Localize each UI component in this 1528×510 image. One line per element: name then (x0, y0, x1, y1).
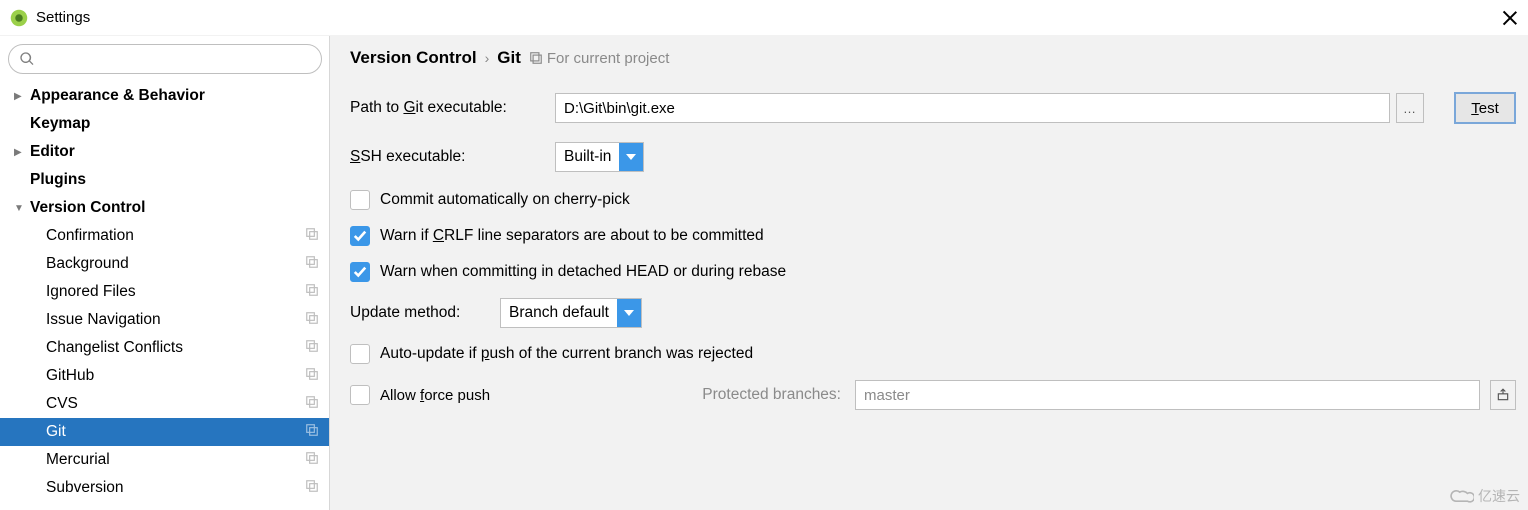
row-force-push: Allow force push Protected branches: (350, 380, 1516, 410)
git-path-label: Path to Git executable: (350, 99, 555, 117)
sidebar-item-appearance-behavior[interactable]: ▶ Appearance & Behavior (0, 82, 329, 110)
scope-icon (305, 255, 319, 274)
caret-icon: ▼ (14, 203, 26, 214)
sidebar-item-label: GitHub (46, 367, 305, 385)
sidebar-item-label: Background (46, 255, 305, 273)
scope-icon (305, 395, 319, 414)
row-detached-warn: Warn when committing in detached HEAD or… (350, 262, 1516, 282)
detached-warn-checkbox[interactable] (350, 262, 370, 282)
force-push-label: Allow force push (380, 387, 490, 404)
scope-icon (529, 51, 543, 65)
commit-auto-label: Commit automatically on cherry-pick (380, 191, 630, 209)
sidebar-item-label: Version Control (30, 199, 319, 217)
chevron-down-icon (617, 299, 641, 327)
scope-icon (305, 283, 319, 302)
breadcrumb: Version Control › Git For current projec… (350, 48, 1516, 68)
update-method-label: Update method: (350, 304, 500, 322)
breadcrumb-scope: For current project (529, 50, 670, 67)
ssh-select[interactable]: Built-in (555, 142, 644, 172)
row-update-method: Update method: Branch default (350, 298, 1516, 328)
test-button[interactable]: Test (1454, 92, 1516, 124)
sidebar: ▶ Appearance & Behavior Keymap ▶ Editor Plugi… (0, 36, 330, 510)
force-push-checkbox[interactable] (350, 385, 370, 405)
sidebar-item-changelist-conflicts[interactable]: Changelist Conflicts (0, 334, 329, 362)
expand-icon (1496, 388, 1510, 402)
search-icon (19, 51, 35, 67)
sidebar-item-cvs[interactable]: CVS (0, 390, 329, 418)
sidebar-item-label: Mercurial (46, 451, 305, 469)
sidebar-item-issue-navigation[interactable]: Issue Navigation (0, 306, 329, 334)
breadcrumb-seg-1: Version Control (350, 48, 477, 68)
auto-update-checkbox[interactable] (350, 344, 370, 364)
scope-icon (305, 479, 319, 498)
window-title: Settings (36, 9, 90, 26)
auto-update-label: Auto-update if push of the current branc… (380, 345, 753, 363)
browse-button[interactable]: … (1396, 93, 1424, 123)
protected-branches-input (855, 380, 1480, 410)
chevron-down-icon (619, 143, 643, 171)
app-icon (10, 9, 28, 27)
watermark: 亿速云 (1448, 486, 1520, 506)
scope-icon (305, 423, 319, 442)
sidebar-item-label: Appearance & Behavior (30, 87, 319, 105)
sidebar-item-label: Keymap (30, 115, 319, 133)
sidebar-item-confirmation[interactable]: Confirmation (0, 222, 329, 250)
crlf-warn-label: Warn if CRLF line separators are about t… (380, 227, 764, 245)
sidebar-item-label: Confirmation (46, 227, 305, 245)
breadcrumb-sep: › (485, 50, 490, 66)
search-input[interactable] (41, 51, 311, 67)
sidebar-item-mercurial[interactable]: Mercurial (0, 446, 329, 474)
sidebar-item-label: Ignored Files (46, 283, 305, 301)
sidebar-item-label: Editor (30, 143, 319, 161)
sidebar-item-label: Changelist Conflicts (46, 339, 305, 357)
row-crlf-warn: Warn if CRLF line separators are about t… (350, 226, 1516, 246)
sidebar-item-label: CVS (46, 395, 305, 413)
sidebar-item-background[interactable]: Background (0, 250, 329, 278)
expand-button[interactable] (1490, 380, 1516, 410)
sidebar-item-version-control[interactable]: ▼ Version Control (0, 194, 329, 222)
detached-warn-label: Warn when committing in detached HEAD or… (380, 263, 786, 281)
row-git-path: Path to Git executable: … Test (350, 92, 1516, 124)
commit-auto-checkbox[interactable] (350, 190, 370, 210)
breadcrumb-seg-2: Git (497, 48, 521, 68)
sidebar-item-plugins[interactable]: Plugins (0, 166, 329, 194)
scope-icon (305, 367, 319, 386)
scope-icon (305, 227, 319, 246)
search-box[interactable] (8, 44, 322, 74)
sidebar-item-label: Issue Navigation (46, 311, 305, 329)
row-auto-update: Auto-update if push of the current branc… (350, 344, 1516, 364)
scope-icon (305, 311, 319, 330)
sidebar-item-github[interactable]: GitHub (0, 362, 329, 390)
sidebar-item-subversion[interactable]: Subversion (0, 474, 329, 502)
sidebar-item-ignored-files[interactable]: Ignored Files (0, 278, 329, 306)
sidebar-item-label: Git (46, 423, 305, 441)
caret-icon: ▶ (14, 147, 26, 158)
sidebar-item-editor[interactable]: ▶ Editor (0, 138, 329, 166)
sidebar-item-label: Plugins (30, 171, 319, 189)
watermark-icon (1448, 488, 1474, 504)
settings-tree: ▶ Appearance & Behavior Keymap ▶ Editor Plugi… (0, 82, 329, 502)
scope-icon (305, 339, 319, 358)
ssh-label: SSH executable: (350, 148, 555, 166)
settings-content: Version Control › Git For current projec… (330, 36, 1528, 510)
caret-icon: ▶ (14, 91, 26, 102)
sidebar-item-label: Subversion (46, 479, 305, 497)
titlebar: Settings (0, 0, 1528, 36)
scope-icon (305, 451, 319, 470)
row-ssh: SSH executable: Built-in (350, 142, 1516, 172)
row-commit-auto: Commit automatically on cherry-pick (350, 190, 1516, 210)
protected-branches-label: Protected branches: (702, 386, 841, 404)
close-icon[interactable] (1502, 10, 1518, 26)
crlf-warn-checkbox[interactable] (350, 226, 370, 246)
git-path-input[interactable] (555, 93, 1390, 123)
update-method-select[interactable]: Branch default (500, 298, 642, 328)
sidebar-item-keymap[interactable]: Keymap (0, 110, 329, 138)
sidebar-item-git[interactable]: Git (0, 418, 329, 446)
